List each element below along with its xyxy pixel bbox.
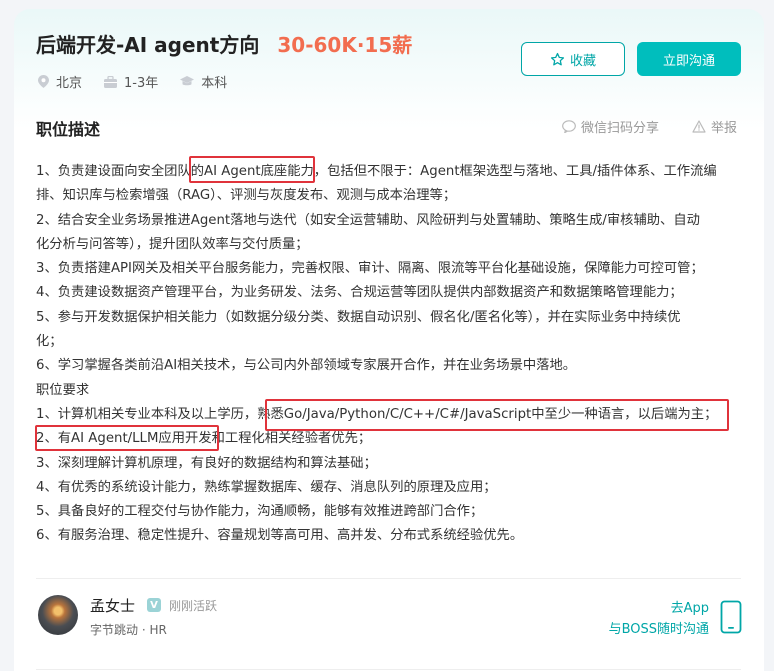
- report-label: 举报: [711, 121, 738, 136]
- chat-now-button[interactable]: 立即沟通: [637, 42, 741, 76]
- location-item: 北京: [38, 72, 82, 91]
- wechat-icon: [562, 120, 576, 133]
- graduation-cap-icon: [180, 76, 195, 86]
- share-label: 微信扫码分享: [581, 121, 660, 136]
- description-line: 排、知识库与检索增强（RAG）、评测与灰度发布、观测与成本治理等；: [36, 188, 457, 204]
- job-detail-card: 后端开发-AI agent方向 30-60K·15薪 北京 1-3年 本科 收藏…: [14, 9, 764, 671]
- requirement-line: 3、深刻理解计算机原理，有良好的数据结构和算法基础；: [36, 455, 377, 471]
- description-line: 1、负责建设面向安全团队的AI Agent底座能力，包括但不限于：Agent框架…: [36, 164, 717, 179]
- favorite-button[interactable]: 收藏: [521, 42, 625, 76]
- divider: [36, 669, 741, 670]
- requirement-line: 2、有AI Agent/LLM应用开发和工程化相关经验者优先；: [36, 431, 372, 447]
- recruiter-name: 孟女士: [90, 597, 136, 615]
- app-link-line1: 去App: [670, 601, 709, 616]
- location-text: 北京: [56, 76, 83, 91]
- job-meta: 北京 1-3年 本科: [38, 72, 249, 91]
- active-status: 刚刚活跃: [169, 599, 218, 613]
- description-line: 3、负责搭建API网关及相关平台服务能力，完善权限、审计、隔离、限流等平台化基础…: [36, 261, 704, 277]
- verified-badge: V: [147, 598, 161, 612]
- warning-icon: [692, 120, 706, 133]
- report-link[interactable]: 举报: [692, 117, 737, 136]
- phone-icon[interactable]: [720, 600, 742, 634]
- wechat-share[interactable]: 微信扫码分享: [562, 117, 659, 136]
- experience-text: 1-3年: [124, 76, 159, 91]
- section-title: 职位描述: [36, 120, 101, 139]
- recruiter-company: 字节跳动 · HR: [90, 623, 167, 637]
- avatar[interactable]: [38, 595, 78, 635]
- experience-item: 1-3年: [104, 72, 158, 91]
- briefcase-icon: [104, 75, 118, 88]
- job-title: 后端开发-AI agent方向: [36, 33, 260, 57]
- description-line: 6、学习掌握各类前沿AI相关技术，与公司内外部领域专家展开合作，并在业务场景中落…: [36, 358, 577, 374]
- description-line: 化分析与问答等），提升团队效率与交付质量；: [36, 236, 309, 252]
- job-description: 1、负责建设面向安全团队的AI Agent底座能力，包括但不限于：Agent框架…: [36, 160, 746, 549]
- description-line: 4、负责建设数据资产管理平台，为业务研发、法务、合规运营等团队提供内部数据资产和…: [36, 285, 683, 301]
- star-icon: [550, 52, 565, 65]
- favorite-label: 收藏: [569, 53, 596, 69]
- divider: [36, 578, 741, 579]
- education-item: 本科: [180, 72, 227, 91]
- requirement-line: 1、计算机相关专业本科及以上学历，熟悉Go/Java/Python/C/C++/…: [36, 406, 718, 422]
- education-text: 本科: [201, 76, 228, 91]
- location-icon: [38, 75, 49, 88]
- requirement-line: 5、具备良好的工程交付与协作能力，沟通顺畅，能够有效推进跨部门合作；: [36, 504, 484, 520]
- app-chat-link[interactable]: 去App 与BOSS随时沟通: [594, 598, 709, 640]
- requirement-line: 4、有优秀的系统设计能力，熟练掌握数据库、缓存、消息队列的原理及应用；: [36, 479, 497, 495]
- title-row: 后端开发-AI agent方向 30-60K·15薪: [36, 29, 412, 58]
- requirement-line: 6、有服务治理、稳定性提升、容量规划等高可用、高并发、分布式系统经验优先。: [36, 528, 524, 544]
- app-link-line2: 与BOSS随时沟通: [608, 622, 709, 637]
- description-line: 化；: [36, 334, 63, 350]
- salary: 30-60K·15薪: [277, 33, 413, 57]
- requirements-heading: 职位要求: [36, 382, 90, 398]
- description-line: 2、结合安全业务场景推进Agent落地与迭代（如安全运营辅助、风险研判与处置辅助…: [36, 212, 700, 228]
- description-line: 5、参与开发数据保护相关能力（如数据分级分类、数据自动识别、假名化/匿名化等），…: [36, 309, 681, 325]
